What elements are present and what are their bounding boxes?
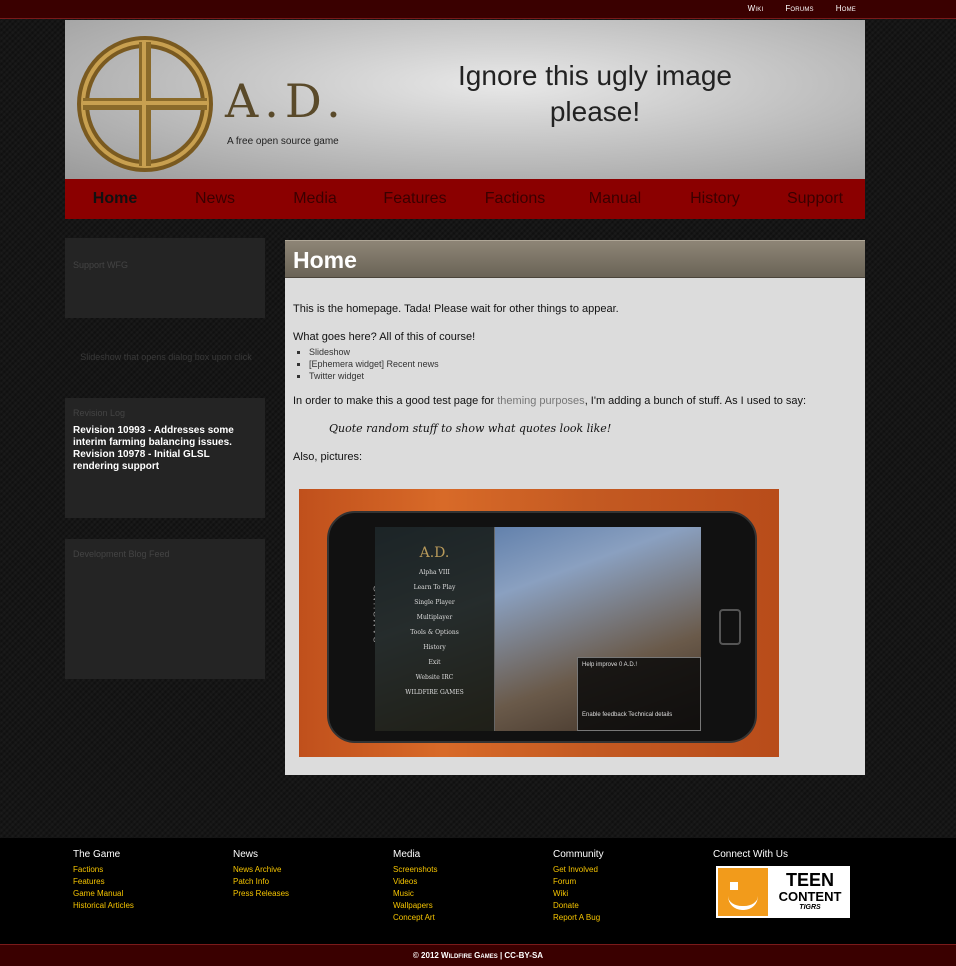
footer-link[interactable]: Music bbox=[393, 888, 437, 900]
badge-line2: CONTENT bbox=[778, 889, 842, 904]
footer-link[interactable]: Historical Articles bbox=[73, 900, 134, 912]
placeholder-banner-text: Ignore this ugly image please! bbox=[440, 58, 750, 130]
sidebar-support-box: Support WFG bbox=[65, 238, 265, 318]
footer-link[interactable]: Wiki bbox=[553, 888, 604, 900]
banner-text-line1: Ignore this ugly image bbox=[458, 60, 732, 91]
sidebar-dev-blog-box: Development Blog Feed bbox=[65, 539, 265, 679]
bottom-bar: © 2012 Wildfire Games | CC-BY-SA bbox=[0, 944, 956, 966]
nav-media[interactable]: Media bbox=[265, 179, 365, 219]
support-title[interactable]: Support WFG bbox=[73, 260, 257, 270]
slideshow-placeholder: Slideshow that opens dialog box upon cli… bbox=[80, 352, 252, 362]
help-title: Help improve 0 A.D.! bbox=[582, 662, 638, 668]
phone-screen: A.D. Alpha VIII Learn To Play Single Pla… bbox=[375, 527, 701, 731]
footer-link[interactable]: Game Manual bbox=[73, 888, 134, 900]
footer-link[interactable]: Features bbox=[73, 876, 134, 888]
paragraph-text-end: , I'm adding a bunch of stuff. As I used… bbox=[584, 395, 807, 407]
help-dialog: Help improve 0 A.D.! Enable feedback Tec… bbox=[577, 657, 701, 731]
menu-item: Single Player bbox=[414, 599, 455, 606]
paragraph-text-start: In order to make this a good test page f… bbox=[293, 395, 498, 407]
nav-features[interactable]: Features bbox=[365, 179, 465, 219]
badge-text: TEEN CONTENT TIGRS bbox=[770, 866, 850, 918]
menu-item: Exit bbox=[428, 659, 441, 666]
revision-entries[interactable]: Revision 10993 - Addresses some interim … bbox=[73, 425, 257, 473]
header-banner: A.D. A free open source game Ignore this… bbox=[65, 20, 865, 179]
list-item: Slideshow bbox=[309, 346, 857, 358]
footer-heading: Community bbox=[553, 849, 604, 860]
phone-body: SAMSUNG A.D. Alpha VIII Learn To Play Si… bbox=[327, 511, 757, 743]
nav-home[interactable]: Home bbox=[65, 179, 165, 219]
theming-paragraph: In order to make this a good test page f… bbox=[293, 394, 857, 408]
footer-heading: Connect With Us bbox=[713, 849, 789, 860]
footer-link[interactable]: Videos bbox=[393, 876, 437, 888]
footer-link[interactable]: News Archive bbox=[233, 864, 289, 876]
footer-heading: The Game bbox=[73, 849, 121, 860]
teen-content-badge[interactable]: TEEN CONTENT TIGRS bbox=[716, 866, 850, 918]
pictures-label: Also, pictures: bbox=[293, 451, 363, 463]
badge-line1: TEEN bbox=[785, 870, 834, 890]
nav-history[interactable]: History bbox=[665, 179, 765, 219]
feature-list: Slideshow [Ephemera widget] Recent news … bbox=[309, 346, 857, 382]
theming-link[interactable]: theming purposes bbox=[497, 395, 584, 407]
footer-link[interactable]: Press Releases bbox=[233, 888, 289, 900]
logo-emblem-icon bbox=[77, 36, 213, 172]
menu-item: History bbox=[423, 644, 446, 651]
logo-text: A.D. bbox=[225, 74, 347, 128]
footer-col-news: News News Archive Patch Info Press Relea… bbox=[233, 849, 289, 900]
blockquote: Quote random stuff to show what quotes l… bbox=[329, 422, 612, 435]
footer-link[interactable]: Patch Info bbox=[233, 876, 289, 888]
footer-heading: Media bbox=[393, 849, 421, 860]
top-links: Wiki Forums Home bbox=[748, 4, 856, 13]
badge-line3: TIGRS bbox=[799, 904, 821, 911]
list-item: Twitter widget bbox=[309, 370, 857, 382]
footer-col-game: The Game Factions Features Game Manual H… bbox=[73, 849, 134, 912]
menu-item: Learn To Play bbox=[413, 584, 456, 591]
top-bar: Wiki Forums Home bbox=[0, 0, 956, 19]
phone-home-button bbox=[719, 609, 741, 645]
top-link-wiki[interactable]: Wiki bbox=[748, 4, 764, 13]
footer-link[interactable]: Concept Art bbox=[393, 912, 437, 924]
menu-item: Tools & Options bbox=[410, 629, 459, 636]
footer-link[interactable]: Donate bbox=[553, 900, 604, 912]
footer-link[interactable]: Screenshots bbox=[393, 864, 437, 876]
phone-photo: SAMSUNG A.D. Alpha VIII Learn To Play Si… bbox=[299, 489, 779, 757]
menu-item: Multiplayer bbox=[416, 614, 453, 621]
intro-text: This is the homepage. Tada! Please wait … bbox=[293, 303, 619, 315]
game-menu-panel: A.D. Alpha VIII Learn To Play Single Pla… bbox=[375, 527, 495, 731]
nav-support[interactable]: Support bbox=[765, 179, 865, 219]
footer-col-community: Community Get Involved Forum Wiki Donate… bbox=[553, 849, 604, 924]
sidebar-revision-box: Revision Log Revision 10993 - Addresses … bbox=[65, 398, 265, 518]
dev-blog-title: Development Blog Feed bbox=[73, 549, 170, 559]
menu-item: Website IRC bbox=[415, 674, 454, 681]
footer-col-connect: Connect With Us bbox=[713, 849, 788, 864]
main-content: This is the homepage. Tada! Please wait … bbox=[285, 278, 865, 775]
list-item: [Ephemera widget] Recent news bbox=[309, 358, 857, 370]
top-link-home[interactable]: Home bbox=[836, 4, 856, 13]
logo-tagline: A free open source game bbox=[227, 136, 339, 147]
footer-link[interactable]: Forum bbox=[553, 876, 604, 888]
footer-col-media: Media Screenshots Videos Music Wallpaper… bbox=[393, 849, 437, 924]
footer-link[interactable]: Factions bbox=[73, 864, 134, 876]
menu-item: Alpha VIII bbox=[419, 569, 450, 576]
footer-link[interactable]: Wallpapers bbox=[393, 900, 437, 912]
top-link-forums[interactable]: Forums bbox=[785, 4, 813, 13]
footer-link[interactable]: Get Involved bbox=[553, 864, 604, 876]
page-title: Home bbox=[293, 247, 357, 273]
footer-link[interactable]: Report A Bug bbox=[553, 912, 604, 924]
smiley-icon bbox=[716, 866, 770, 918]
footer: The Game Factions Features Game Manual H… bbox=[0, 838, 956, 944]
banner-text-line2: please! bbox=[549, 96, 641, 127]
footer-heading: News bbox=[233, 849, 259, 860]
menu-item: WILDFIRE GAMES bbox=[405, 689, 464, 696]
copyright-text: © 2012 Wildfire Games | CC-BY-SA bbox=[412, 951, 544, 960]
screen-logo: A.D. bbox=[419, 545, 450, 561]
nav-factions[interactable]: Factions bbox=[465, 179, 565, 219]
nav-manual[interactable]: Manual bbox=[565, 179, 665, 219]
content-header: Home bbox=[285, 240, 865, 278]
what-goes-text: What goes here? All of this of course! bbox=[293, 331, 476, 343]
help-buttons: Enable feedback Technical details bbox=[582, 712, 673, 718]
nav-news[interactable]: News bbox=[165, 179, 265, 219]
revision-title: Revision Log bbox=[73, 408, 126, 418]
main-nav: Home News Media Features Factions Manual… bbox=[65, 179, 865, 219]
